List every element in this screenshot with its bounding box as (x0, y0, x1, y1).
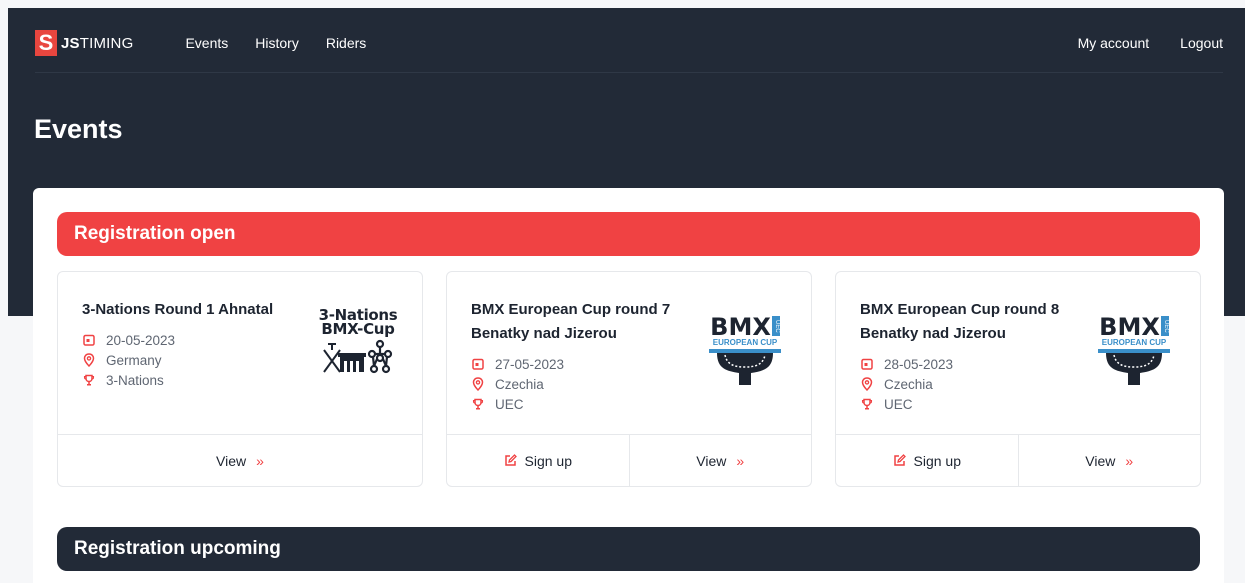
event-date-row: 20-05-2023 (82, 332, 175, 348)
event-location-row: Germany (82, 352, 175, 368)
trophy-icon (82, 373, 96, 387)
event-series: 3-Nations (106, 372, 164, 388)
event-title[interactable]: 3-Nations Round 1 Ahnatal (82, 298, 302, 322)
view-label: View (696, 452, 727, 469)
event-title[interactable]: BMX European Cup round 7 Benatky nad Jiz… (471, 298, 691, 346)
edit-icon (893, 454, 906, 467)
card-footer: Sign up View » (447, 434, 811, 486)
bmx-european-cup-logo: BMX UEC EUROPEAN CUP (703, 313, 787, 392)
event-date: 20-05-2023 (106, 332, 176, 348)
card-footer: View » (58, 434, 422, 486)
nav-divider (35, 72, 1223, 73)
card-body: BMX European Cup round 7 Benatky nad Jiz… (447, 272, 811, 436)
event-meta: 20-05-2023 Germany 3-Nations (82, 332, 175, 388)
bmx-european-cup-logo: BMX UEC EUROPEAN CUP (1092, 313, 1176, 392)
chevron-right-icon: » (1125, 452, 1134, 469)
logo-text-bold: JS (61, 34, 80, 52)
view-button[interactable]: View » (1017, 435, 1201, 486)
landmarks-icon (323, 339, 393, 374)
track-icon (1098, 349, 1170, 385)
three-nations-logo: 3-Nations BMX-Cup (318, 308, 398, 378)
event-country: Czechia (884, 376, 933, 392)
card-body: 3-Nations Round 1 Ahnatal 20-05-2023 Ger… (58, 272, 422, 436)
trophy-icon (471, 397, 485, 411)
sign-up-button[interactable]: Sign up (447, 435, 629, 486)
section-registration-open: Registration open (57, 212, 1200, 256)
my-account-link[interactable]: My account (1078, 35, 1150, 51)
card-footer: Sign up View » (836, 434, 1200, 486)
section-registration-upcoming: Registration upcoming (57, 527, 1200, 571)
event-location-row: Czechia (471, 376, 564, 392)
view-button[interactable]: View » (628, 435, 812, 486)
event-date: 27-05-2023 (495, 356, 565, 372)
logo-uec-tag: UEC (1160, 316, 1169, 336)
events-panel: Registration open 3-Nations Round 1 Ahna… (33, 188, 1224, 583)
track-icon (709, 349, 781, 385)
sign-up-label: Sign up (524, 452, 572, 469)
view-button[interactable]: View » (58, 435, 422, 486)
event-location-row: Czechia (860, 376, 953, 392)
event-meta: 27-05-2023 Czechia UEC (471, 356, 564, 412)
event-date-row: 28-05-2023 (860, 356, 953, 372)
event-title[interactable]: BMX European Cup round 8 Benatky nad Jiz… (860, 298, 1080, 346)
logo-text: JSTIMING (61, 35, 133, 52)
logo-mark-icon: S (35, 30, 57, 56)
event-card: BMX European Cup round 8 Benatky nad Jiz… (835, 271, 1201, 487)
card-body: BMX European Cup round 8 Benatky nad Jiz… (836, 272, 1200, 436)
event-cards: 3-Nations Round 1 Ahnatal 20-05-2023 Ger… (57, 271, 1201, 487)
event-series-row: UEC (471, 396, 564, 412)
sign-up-button[interactable]: Sign up (836, 435, 1018, 486)
logo-european-cup: EUROPEAN CUP (1101, 338, 1167, 347)
event-series: UEC (495, 396, 524, 412)
logo-uec-tag: UEC (771, 316, 780, 336)
event-date-row: 27-05-2023 (471, 356, 564, 372)
calendar-icon (82, 333, 96, 347)
page: S JSTIMING Events History Riders My acco… (0, 0, 1245, 583)
nav-link-history[interactable]: History (255, 35, 299, 51)
sign-up-label: Sign up (913, 452, 961, 469)
logo[interactable]: S JSTIMING (35, 30, 133, 56)
event-series-row: 3-Nations (82, 372, 175, 388)
trophy-icon (860, 397, 874, 411)
calendar-icon (860, 357, 874, 371)
event-card: BMX European Cup round 7 Benatky nad Jiz… (446, 271, 812, 487)
logo-line-2: BMX-Cup (321, 320, 395, 338)
chevron-right-icon: » (256, 452, 264, 469)
chevron-right-icon: » (736, 452, 745, 469)
event-date: 28-05-2023 (884, 356, 954, 372)
calendar-icon (471, 357, 485, 371)
location-pin-icon (82, 353, 96, 367)
location-pin-icon (471, 377, 485, 391)
logo-text-light: TIMING (79, 34, 134, 52)
view-label: View (1085, 452, 1116, 469)
event-series: UEC (884, 396, 913, 412)
event-country: Germany (106, 352, 162, 368)
event-meta: 28-05-2023 Czechia UEC (860, 356, 953, 412)
event-card: 3-Nations Round 1 Ahnatal 20-05-2023 Ger… (57, 271, 423, 487)
view-label: View (216, 452, 247, 469)
edit-icon (504, 454, 517, 467)
page-title: Events (34, 114, 123, 144)
logo-bmx: BMX (710, 313, 771, 341)
navbar: S JSTIMING Events History Riders My acco… (35, 23, 1223, 63)
logout-link[interactable]: Logout (1180, 35, 1223, 51)
event-country: Czechia (495, 376, 544, 392)
event-series-row: UEC (860, 396, 953, 412)
nav-link-events[interactable]: Events (185, 35, 228, 51)
logo-european-cup: EUROPEAN CUP (712, 338, 778, 347)
nav-link-riders[interactable]: Riders (326, 35, 366, 51)
location-pin-icon (860, 377, 874, 391)
logo-bmx: BMX (1099, 313, 1160, 341)
